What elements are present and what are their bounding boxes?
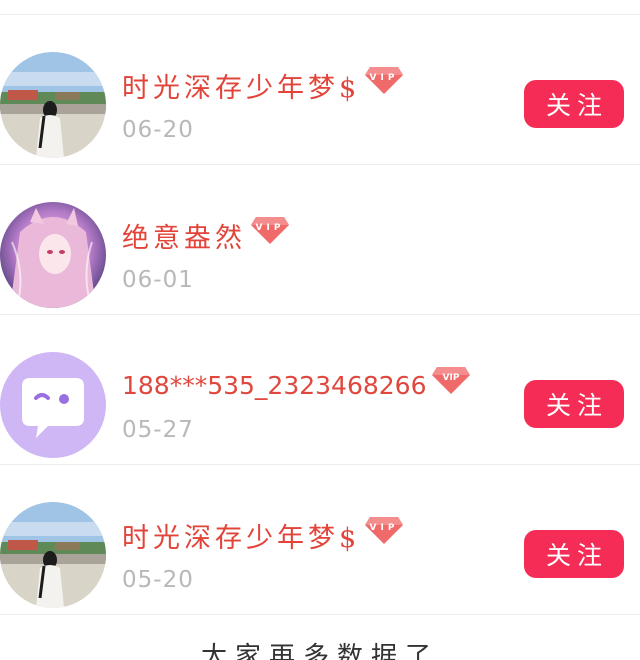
user-name: 时光深存少年梦$ VIP [122,515,404,555]
user-name-text: 绝意盎然 [122,222,246,254]
user-name-text: 时光深存少年梦$ [122,72,361,104]
list-item-user-1[interactable]: 时光深存少年梦$ VIP 06-20 关注 [0,15,640,165]
vip-badge-icon: VIP [364,63,404,95]
list-item-user-4[interactable]: 时光深存少年梦$ VIP 05-20 关注 [0,465,640,615]
list-item-user-2[interactable]: 绝意盎然 VIP 06-01 [0,165,640,315]
vip-badge-icon: VIP [364,513,404,545]
user-name-text: 时光深存少年梦$ [122,522,361,554]
follow-date: 05-20 [122,567,194,593]
follow-button[interactable]: 关注 [524,80,624,128]
follow-button[interactable]: 关注 [524,530,624,578]
vip-badge-icon: VIP [431,363,471,395]
user-name-text: 188***535_2323468266 [122,370,427,400]
svg-text:VIP: VIP [442,373,459,383]
anime-girl-avatar[interactable] [0,202,106,308]
follow-date: 06-01 [122,267,194,293]
user-name: 绝意盎然 VIP [122,215,290,255]
svg-text:VIP: VIP [370,523,399,533]
no-more-data-text: 太家再多数据了 [200,642,439,660]
svg-text:VIP: VIP [370,73,399,83]
user-name: 时光深存少年梦$ VIP [122,65,404,105]
follow-date: 06-20 [122,117,194,143]
beach-photo-avatar[interactable] [0,52,106,158]
beach-photo-avatar[interactable] [0,502,106,608]
svg-text:VIP: VIP [256,223,285,233]
divider [0,614,640,615]
follow-button[interactable]: 关注 [524,380,624,428]
chat-bubble-avatar[interactable] [0,352,106,458]
following-list-page: 时光深存少年梦$ VIP 06-20 关注 绝意盎然 VIP 06-01 188… [0,0,640,660]
list-item-user-3[interactable]: 188***535_2323468266 VIP 05-27 关注 [0,315,640,465]
user-name: 188***535_2323468266 VIP [122,365,471,405]
follow-date: 05-27 [122,417,194,443]
vip-badge-icon: VIP [250,213,290,245]
